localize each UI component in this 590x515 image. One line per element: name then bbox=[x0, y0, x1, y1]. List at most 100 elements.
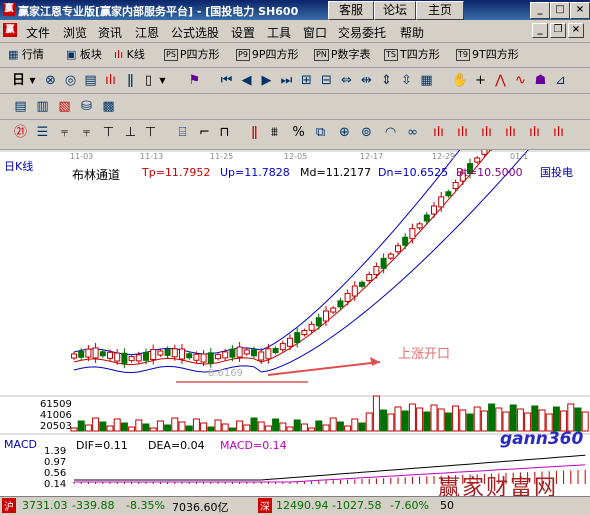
line-tool-5-icon[interactable]: ⊤ bbox=[142, 124, 159, 141]
sh-badge[interactable]: 沪 bbox=[2, 498, 16, 513]
close-button[interactable]: × bbox=[570, 2, 590, 19]
volume-bar-6-icon[interactable]: ılı bbox=[550, 124, 567, 141]
spiral-icon[interactable]: ◎ bbox=[62, 72, 79, 89]
forum-link[interactable]: 论坛 bbox=[374, 1, 416, 20]
candle-chart-icon[interactable]: ılı bbox=[102, 72, 119, 89]
menu-window[interactable]: 窗口 bbox=[303, 24, 327, 41]
customer-service-link[interactable]: 客服 bbox=[328, 1, 374, 20]
volume-bar-1-icon[interactable]: ılı bbox=[430, 124, 447, 141]
network-icon[interactable]: ⛁ bbox=[78, 98, 95, 115]
ring-tool-icon[interactable]: ⊚ bbox=[358, 124, 375, 141]
candle-body bbox=[438, 196, 445, 208]
last-page-icon[interactable]: ⏭ bbox=[278, 72, 295, 89]
bar-chart-icon[interactable]: ǁ bbox=[122, 72, 139, 89]
menu-settings[interactable]: 设置 bbox=[231, 24, 255, 41]
menu-gann[interactable]: 江恩 bbox=[135, 24, 159, 41]
arc-tool-icon[interactable]: ◠ bbox=[382, 124, 399, 141]
chart-type-dropdown-icon[interactable]: ▼ bbox=[154, 72, 171, 89]
candle-body bbox=[315, 317, 322, 327]
copy-icon[interactable]: ⧉ bbox=[312, 124, 329, 141]
sh-amount: 7036.60亿 bbox=[172, 501, 229, 514]
child-minimize-button[interactable]: _ bbox=[532, 23, 548, 38]
9p-square-button[interactable]: P9 9P四方形 bbox=[236, 46, 299, 63]
period-dropdown-icon[interactable]: ▼ bbox=[24, 72, 41, 89]
document-logo-icon: 赢 bbox=[3, 23, 17, 37]
line-tool-3-icon[interactable]: ⊤ bbox=[100, 124, 117, 141]
figure-icon[interactable]: ☗ bbox=[532, 72, 549, 89]
expand-icon[interactable]: ⇔ bbox=[338, 72, 355, 89]
line-tool-4-icon[interactable]: ⊥ bbox=[122, 124, 139, 141]
bracket-tool-icon[interactable]: ⌐ bbox=[196, 124, 213, 141]
scroll-left-icon[interactable]: ◀ bbox=[238, 72, 255, 89]
list-icon[interactable]: ☰ bbox=[34, 124, 51, 141]
candle-body bbox=[323, 310, 329, 322]
menu-help[interactable]: 帮助 bbox=[400, 24, 424, 41]
candle-body bbox=[71, 353, 77, 359]
flag-icon[interactable]: ⚑ bbox=[186, 72, 203, 89]
quote-button[interactable]: ▦ 行情 bbox=[8, 46, 44, 63]
table-view-icon[interactable]: ⌸ bbox=[174, 124, 191, 141]
hand-icon[interactable]: ✋ bbox=[452, 72, 469, 89]
calendar-21-icon[interactable]: ㉑ bbox=[12, 124, 29, 141]
clipboard-icon[interactable]: ▩ bbox=[100, 98, 117, 115]
calculator-icon[interactable]: ▤ bbox=[12, 98, 29, 115]
compress-icon[interactable]: ⇹ bbox=[358, 72, 375, 89]
9t-square-button[interactable]: T9 9T四方形 bbox=[456, 46, 519, 63]
line-tool-1-icon[interactable]: ⫧ bbox=[56, 124, 73, 141]
volume-bar bbox=[552, 406, 560, 432]
volume-bar bbox=[308, 427, 316, 432]
first-page-icon[interactable]: ⏮ bbox=[218, 72, 235, 89]
curve-icon[interactable]: ∿ bbox=[512, 72, 529, 89]
box-tool-icon[interactable]: ⊓ bbox=[216, 124, 233, 141]
fit-icon[interactable]: ⇳ bbox=[398, 72, 415, 89]
menu-browse[interactable]: 浏览 bbox=[63, 24, 87, 41]
percent-icon[interactable]: % bbox=[290, 124, 307, 141]
zigzag-icon[interactable]: ⋀ bbox=[492, 72, 509, 89]
volume-bar-4-icon[interactable]: ılı bbox=[502, 124, 519, 141]
menu-file[interactable]: 文件 bbox=[26, 24, 50, 41]
rate-icon[interactable]: ⩩ bbox=[266, 124, 283, 141]
chain-tool-icon[interactable]: ∞ bbox=[404, 124, 421, 141]
up-down-icon[interactable]: ⇕ bbox=[378, 72, 395, 89]
candle-body bbox=[452, 181, 459, 189]
ruler-icon[interactable]: ⊿ bbox=[552, 72, 569, 89]
volume-bar bbox=[329, 417, 337, 432]
sector-button[interactable]: ▣ 板块 bbox=[66, 46, 102, 63]
block-icon: ▣ bbox=[66, 48, 77, 61]
scroll-right-icon[interactable]: ▶ bbox=[258, 72, 275, 89]
gann-wheel-icon[interactable]: ⊗ bbox=[42, 72, 59, 89]
minimize-button[interactable]: _ bbox=[530, 2, 550, 19]
volume-bar-2-icon[interactable]: ılı bbox=[454, 124, 471, 141]
zoom-out-icon[interactable]: ⊟ bbox=[318, 72, 335, 89]
chart-area[interactable]: 日K线 布林通道 Tp=11.7952 Up=11.7828 Md=11.217… bbox=[0, 150, 590, 514]
candle-body bbox=[107, 351, 113, 359]
zoom-in-icon[interactable]: ⊞ bbox=[298, 72, 315, 89]
volume-bar-5-icon[interactable]: ılı bbox=[526, 124, 543, 141]
circle-tool-icon[interactable]: ⊕ bbox=[336, 124, 353, 141]
menu-info[interactable]: 资讯 bbox=[98, 24, 122, 41]
child-restore-button[interactable]: ❐ bbox=[550, 23, 566, 38]
menu-trade[interactable]: 交易委托 bbox=[338, 24, 386, 41]
menu-tools[interactable]: 工具 bbox=[267, 24, 291, 41]
trade-icon[interactable]: ▧ bbox=[56, 98, 73, 115]
notes-icon[interactable]: ▥ bbox=[34, 98, 51, 115]
volume-bar bbox=[293, 419, 301, 432]
p-number-button[interactable]: PN P数字表 bbox=[314, 46, 370, 63]
maximize-button[interactable]: □ bbox=[550, 2, 570, 19]
t-square-button[interactable]: TS T四方形 bbox=[384, 46, 440, 63]
p-square-button[interactable]: PS P四方形 bbox=[164, 46, 220, 63]
grid-toggle-icon[interactable]: ▦ bbox=[418, 72, 435, 89]
volume-bar-3-icon[interactable]: ılı bbox=[478, 124, 495, 141]
volume-bar bbox=[257, 421, 265, 432]
volume-icon[interactable]: ǁ bbox=[246, 124, 263, 141]
line-tool-2-icon[interactable]: ⫧ bbox=[78, 124, 95, 141]
volume-bar bbox=[128, 426, 136, 432]
volume-bar bbox=[236, 420, 244, 432]
chart-window-icon[interactable]: ▤ bbox=[82, 72, 99, 89]
homepage-link[interactable]: 主页 bbox=[416, 1, 464, 20]
sz-badge[interactable]: 深 bbox=[258, 498, 272, 513]
kline-button[interactable]: ılı K线 bbox=[114, 46, 145, 63]
menu-formula-select[interactable]: 公式选股 bbox=[171, 24, 219, 41]
child-close-button[interactable]: × bbox=[568, 23, 584, 38]
crosshair-icon[interactable]: + bbox=[472, 72, 489, 89]
